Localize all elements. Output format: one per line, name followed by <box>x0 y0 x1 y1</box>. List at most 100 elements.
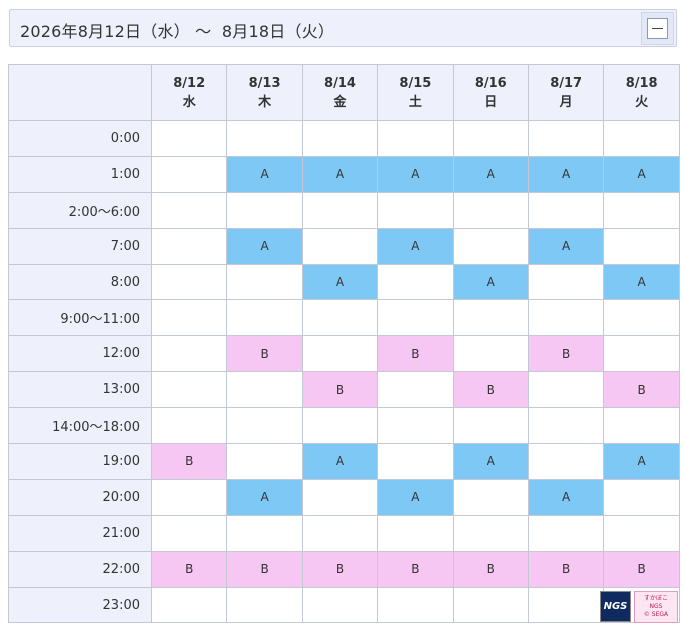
day-weekday: 火 <box>635 94 649 110</box>
time-label: 9:00～11:00 <box>8 299 152 337</box>
day-header-8-12: 8/12 水 <box>150 64 228 121</box>
schedule-cell-empty <box>603 299 680 337</box>
time-row: 13:00 B B B <box>8 371 680 409</box>
day-header-8-18: 8/18 火 <box>603 64 680 121</box>
week-range-header: 2026年8月12日（水） ～ 8月18日（火） <box>9 9 677 47</box>
badge-area: NGS すかぼこ NGS © SEGA <box>600 591 684 627</box>
time-label: 14:00～18:00 <box>8 407 152 445</box>
time-label: 23:00 <box>8 586 152 624</box>
schedule-cell-a: A <box>527 227 605 265</box>
schedule-cell-b: B <box>377 550 454 588</box>
schedule-cell-a: A <box>377 155 454 193</box>
day-weekday: 月 <box>559 94 573 110</box>
schedule-cell-empty <box>226 299 303 337</box>
time-row: 9:00～11:00 <box>8 299 680 337</box>
schedule-cell-a: A <box>452 263 529 301</box>
day-header-8-14: 8/14 金 <box>301 64 379 121</box>
day-header-8-17: 8/17 月 <box>527 64 605 121</box>
schedule-cell-empty <box>150 371 228 409</box>
schedule-cell-empty <box>452 514 529 552</box>
day-weekday: 木 <box>258 94 272 110</box>
schedule-cell-empty <box>377 120 454 157</box>
schedule-cell-empty <box>452 120 529 157</box>
schedule-cell-b: B <box>377 335 454 373</box>
time-row: 23:00 <box>8 586 680 624</box>
schedule-cell-b: B <box>603 550 680 588</box>
schedule-cell-empty <box>603 514 680 552</box>
schedule-cell-empty <box>226 586 303 624</box>
time-label: 13:00 <box>8 371 152 409</box>
schedule-cell-a: A <box>226 227 303 265</box>
schedule-cell-a: A <box>377 478 454 516</box>
schedule-cell-empty <box>301 478 379 516</box>
schedule-cell-empty <box>226 514 303 552</box>
schedule-cell-b: B <box>527 335 605 373</box>
corner-cell <box>8 64 152 121</box>
time-row: 2:00～6:00 <box>8 191 680 229</box>
time-row: 1:00 A A A A A A <box>8 155 680 193</box>
schedule-table: 8/12 水 8/13 木 8/14 金 8/15 土 8/16 日 8/17 月 8/18 火 0:00… <box>8 64 680 624</box>
time-row: 20:00 A A A <box>8 478 680 516</box>
schedule-cell-empty <box>301 191 379 229</box>
schedule-cell-a: A <box>226 155 303 193</box>
time-row: 22:00 B B B B B B B <box>8 550 680 588</box>
schedule-cell-b: B <box>150 443 228 480</box>
schedule-cell-empty <box>603 191 680 229</box>
day-weekday: 日 <box>484 94 498 110</box>
time-label: 8:00 <box>8 263 152 301</box>
schedule-cell-empty <box>527 586 605 624</box>
schedule-cell-empty <box>301 227 379 265</box>
schedule-cell-b: B <box>527 550 605 588</box>
time-label: 12:00 <box>8 335 152 373</box>
schedule-cell-empty <box>150 263 228 301</box>
day-header-8-15: 8/15 土 <box>377 64 454 121</box>
schedule-cell-a: A <box>452 155 529 193</box>
schedule-cell-empty <box>226 371 303 409</box>
schedule-cell-empty <box>452 191 529 229</box>
time-label: 19:00 <box>8 443 152 480</box>
collapse-button[interactable] <box>641 12 674 45</box>
schedule-cell-empty <box>150 478 228 516</box>
schedule-cell-empty <box>603 120 680 157</box>
schedule-cell-empty <box>377 443 454 480</box>
schedule-cell-empty <box>452 586 529 624</box>
week-range-title: 2026年8月12日（水） ～ 8月18日（火） <box>20 22 335 41</box>
time-row: 21:00 <box>8 514 680 552</box>
time-label: 0:00 <box>8 120 152 157</box>
day-date: 8/14 <box>324 75 356 91</box>
schedule-cell-empty <box>452 407 529 445</box>
schedule-cell-a: A <box>603 443 680 480</box>
schedule-cell-empty <box>527 120 605 157</box>
time-label: 1:00 <box>8 155 152 193</box>
day-weekday: 金 <box>333 94 347 110</box>
time-row: 14:00～18:00 <box>8 407 680 445</box>
day-weekday: 水 <box>182 94 196 110</box>
schedule-cell-empty <box>603 407 680 445</box>
schedule-cell-b: B <box>301 550 379 588</box>
schedule-cell-empty <box>301 514 379 552</box>
schedule-cell-empty <box>377 514 454 552</box>
day-header-8-13: 8/13 木 <box>226 64 303 121</box>
time-label: 21:00 <box>8 514 152 552</box>
schedule-cell-b: B <box>452 371 529 409</box>
schedule-cell-empty <box>226 120 303 157</box>
schedule-cell-empty <box>527 191 605 229</box>
schedule-cell-empty <box>452 299 529 337</box>
schedule-cell-empty <box>150 155 228 193</box>
schedule-cell-a: A <box>301 443 379 480</box>
schedule-cell-empty <box>150 120 228 157</box>
schedule-cell-b: B <box>603 371 680 409</box>
schedule-cell-empty <box>377 371 454 409</box>
day-header-8-16: 8/16 日 <box>452 64 529 121</box>
time-row: 0:00 <box>8 120 680 157</box>
schedule-cell-empty <box>377 191 454 229</box>
schedule-cell-empty <box>452 478 529 516</box>
schedule-cell-empty <box>452 335 529 373</box>
schedule-cell-a: A <box>226 478 303 516</box>
promo-line: © SEGA <box>643 611 669 618</box>
day-date: 8/15 <box>399 75 432 91</box>
time-label: 7:00 <box>8 227 152 265</box>
schedule-cell-a: A <box>301 263 379 301</box>
day-date: 8/17 <box>550 75 583 91</box>
time-label: 2:00～6:00 <box>8 191 152 229</box>
